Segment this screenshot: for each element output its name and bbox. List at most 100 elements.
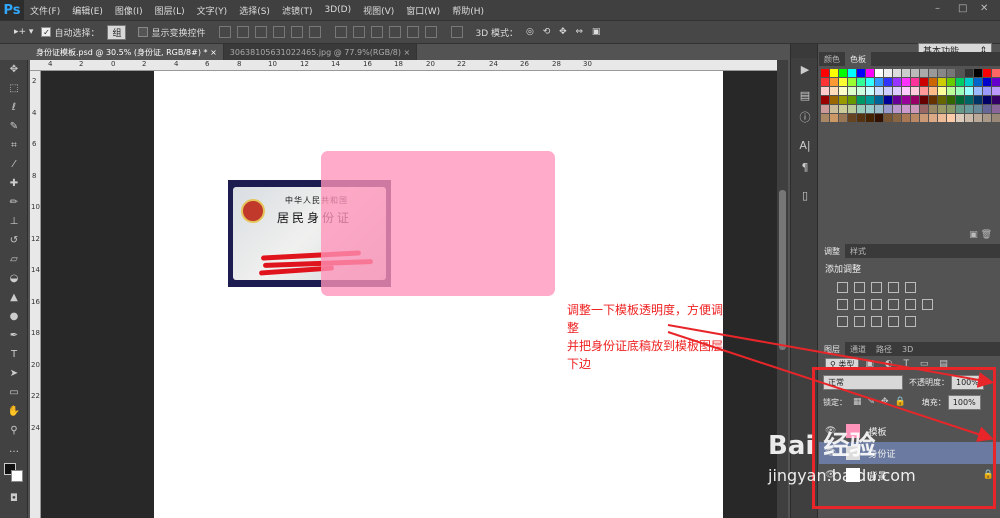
color-swatch[interactable] [938, 114, 946, 122]
close-tab-icon[interactable]: × [404, 48, 411, 57]
color-swatch[interactable] [830, 69, 838, 77]
color-swatch[interactable] [884, 87, 892, 95]
color-swatch[interactable] [902, 114, 910, 122]
color-swatch[interactable] [974, 105, 982, 113]
color-swatch[interactable] [839, 96, 847, 104]
color-swatch[interactable] [938, 78, 946, 86]
color-swatch[interactable] [893, 96, 901, 104]
color-swatch[interactable] [830, 87, 838, 95]
color-swatch[interactable] [884, 96, 892, 104]
more-tools-icon[interactable]: … [0, 440, 28, 459]
color-swatch[interactable] [866, 87, 874, 95]
group-select[interactable]: 组 [107, 24, 127, 40]
color-swatch[interactable] [992, 69, 1000, 77]
curves-icon[interactable] [871, 282, 882, 293]
distribute-right-icon[interactable] [425, 26, 438, 38]
color-swatch[interactable] [857, 105, 865, 113]
color-swatch[interactable] [929, 69, 937, 77]
posterize-icon[interactable] [854, 316, 865, 327]
color-swatch[interactable] [938, 87, 946, 95]
menu-filter[interactable]: 滤镜(T) [276, 4, 319, 17]
color-swatch[interactable] [866, 96, 874, 104]
color-swatch[interactable] [956, 78, 964, 86]
color-swatch[interactable] [965, 87, 973, 95]
color-swatch[interactable] [848, 96, 856, 104]
blur-tool-icon[interactable]: ▲ [0, 288, 28, 307]
hand-tool-icon[interactable]: ✋ [0, 402, 28, 421]
character-icon[interactable]: A| [791, 134, 819, 156]
tab-adjustments[interactable]: 调整 [819, 244, 845, 258]
color-swatch[interactable] [974, 78, 982, 86]
color-swatch[interactable] [848, 105, 856, 113]
color-swatch[interactable] [965, 114, 973, 122]
color-swatch[interactable] [866, 69, 874, 77]
color-swatch[interactable] [983, 96, 991, 104]
color-swatch[interactable] [974, 96, 982, 104]
color-swatch[interactable] [938, 96, 946, 104]
color-swatch[interactable] [821, 87, 829, 95]
distribute-top-icon[interactable] [335, 26, 348, 38]
path-select-tool-icon[interactable]: ➤ [0, 364, 28, 383]
menu-view[interactable]: 视图(V) [357, 4, 400, 17]
selective-color-icon[interactable] [888, 316, 899, 327]
color-swatch[interactable] [875, 87, 883, 95]
color-swatch[interactable] [857, 78, 865, 86]
color-swatch[interactable] [920, 96, 928, 104]
paragraph-icon[interactable]: ¶ [791, 156, 819, 178]
color-swatch[interactable] [893, 78, 901, 86]
move-tool-icon[interactable]: ✥ [0, 60, 28, 79]
color-swatch[interactable] [911, 105, 919, 113]
color-swatch[interactable] [821, 114, 829, 122]
type-tool-icon[interactable]: T [0, 345, 28, 364]
color-swatch[interactable] [857, 96, 865, 104]
history-icon[interactable]: ▤ [791, 84, 819, 106]
color-swatch[interactable] [956, 87, 964, 95]
maximize-icon[interactable]: □ [958, 3, 967, 14]
color-swatch[interactable] [983, 105, 991, 113]
background-color-swatch[interactable] [11, 470, 23, 482]
color-swatch[interactable] [893, 105, 901, 113]
menu-select[interactable]: 选择(S) [233, 4, 276, 17]
color-swatch[interactable] [839, 105, 847, 113]
color-swatch[interactable] [911, 78, 919, 86]
lookup-icon[interactable] [922, 299, 933, 310]
color-swatch[interactable] [974, 69, 982, 77]
color-swatch[interactable] [884, 78, 892, 86]
color-swatch[interactable] [893, 87, 901, 95]
tab-paths[interactable]: 路径 [871, 342, 897, 356]
color-swatch[interactable] [902, 69, 910, 77]
color-swatch[interactable] [866, 105, 874, 113]
color-swatch[interactable] [956, 69, 964, 77]
color-swatch[interactable] [821, 96, 829, 104]
close-icon[interactable]: ✕ [980, 3, 988, 14]
color-swatch[interactable] [947, 69, 955, 77]
tab-styles[interactable]: 样式 [845, 244, 871, 258]
color-swatch[interactable] [965, 96, 973, 104]
document-canvas[interactable]: 中华人民共和国 居民身份证 调整一下模板透明度，方便调整 并把身份证底稿放到模板… [154, 71, 723, 518]
color-swatch[interactable] [947, 114, 955, 122]
bw-icon[interactable] [871, 299, 882, 310]
lasso-tool-icon[interactable]: ℓ [0, 98, 28, 117]
menu-layer[interactable]: 图层(L) [149, 4, 191, 17]
threshold-icon[interactable] [871, 316, 882, 327]
marquee-tool-icon[interactable]: ⬚ [0, 79, 28, 98]
color-swatch[interactable] [920, 87, 928, 95]
color-swatch[interactable] [875, 96, 883, 104]
vibrance-icon[interactable] [905, 282, 916, 293]
color-swatch[interactable] [929, 87, 937, 95]
align-vcenter-icon[interactable] [237, 26, 250, 38]
play-icon[interactable]: ▶ [791, 58, 819, 80]
color-swatch[interactable] [983, 78, 991, 86]
color-swatch[interactable] [920, 114, 928, 122]
color-swatch[interactable] [965, 69, 973, 77]
quick-select-tool-icon[interactable]: ✎ [0, 117, 28, 136]
color-swatch[interactable] [821, 69, 829, 77]
menu-window[interactable]: 窗口(W) [400, 4, 446, 17]
brightness-icon[interactable] [837, 282, 848, 293]
brush-tool-icon[interactable]: ✏ [0, 193, 28, 212]
quick-mask-icon[interactable]: ◘ [0, 489, 28, 508]
brush-preset-icon[interactable]: ▯ [791, 184, 819, 206]
color-swatch[interactable] [956, 96, 964, 104]
canvas-area[interactable]: 中华人民共和国 居民身份证 调整一下模板透明度，方便调整 并把身份证底稿放到模板… [41, 71, 777, 518]
invert-icon[interactable] [837, 316, 848, 327]
